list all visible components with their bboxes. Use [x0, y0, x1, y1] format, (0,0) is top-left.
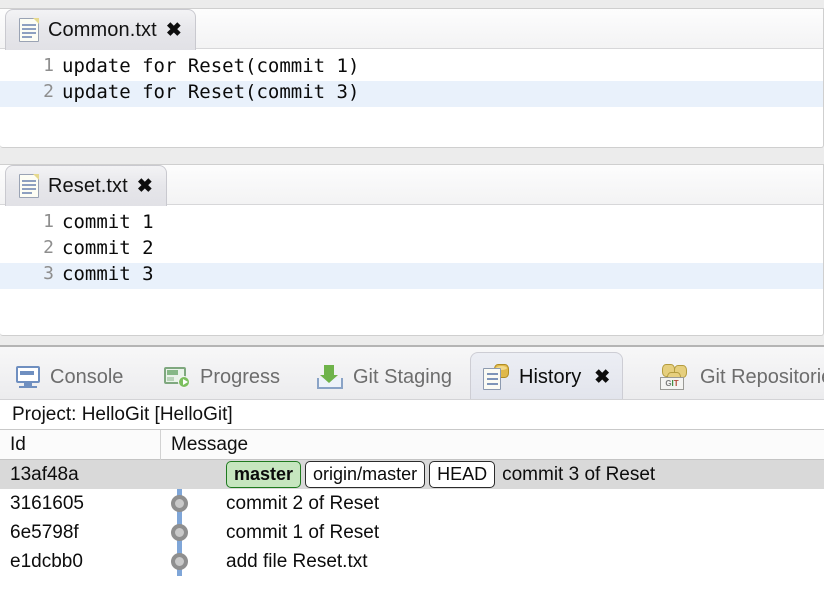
branch-badge-origin-master[interactable]: origin/master [305, 461, 426, 488]
project-label: Project: HelloGit [HelloGit] [0, 400, 824, 430]
editor-area: Common.txt ✖ 1 update for Reset(commit 1… [0, 0, 824, 347]
table-row[interactable]: 6e5798f commit 1 of Reset [0, 518, 824, 547]
bottom-view-tab-strip: Console Progress Git Staging History ✖ G… [0, 347, 824, 400]
table-row[interactable]: 13af48a master origin/master HEAD commit… [0, 460, 824, 489]
branch-badge-master[interactable]: master [226, 461, 302, 488]
code-line: 3 commit 3 [0, 263, 823, 289]
message-text: commit 2 of Reset [226, 492, 380, 514]
tab-git-staging[interactable]: Git Staging [305, 353, 464, 399]
bottom-view-stack: Console Progress Git Staging History ✖ G… [0, 347, 824, 604]
git-staging-icon [317, 365, 343, 389]
line-number: 2 [43, 81, 54, 102]
tab-console[interactable]: Console [4, 353, 135, 399]
eclipse-window: Common.txt ✖ 1 update for Reset(commit 1… [0, 0, 824, 604]
editor-reset-txt: Reset.txt ✖ 1 commit 1 2 commit 2 3 comm… [0, 164, 824, 336]
editor-tab-strip-reset: Reset.txt ✖ [0, 165, 823, 206]
table-row[interactable]: e1dcbb0 add file Reset.txt [0, 547, 824, 576]
git-repositories-icon: GIT [660, 364, 690, 390]
code-line: 1 update for Reset(commit 1) [0, 55, 823, 81]
message-text: add file Reset.txt [226, 550, 368, 572]
tab-label: Git Repositories [700, 365, 824, 388]
tab-label: Git Staging [353, 365, 452, 388]
text-file-icon [19, 174, 39, 198]
editor-tab-reset-txt[interactable]: Reset.txt ✖ [5, 165, 167, 206]
branch-badge-head[interactable]: HEAD [429, 461, 496, 488]
tab-label: History [519, 365, 582, 388]
table-row[interactable]: 3161605 commit 2 of Reset [0, 489, 824, 518]
line-number: 3 [43, 263, 54, 284]
editor-tab-common-txt[interactable]: Common.txt ✖ [5, 9, 196, 50]
cell-commit-id: 6e5798f [10, 521, 79, 543]
text-file-icon [19, 18, 39, 42]
line-number: 2 [43, 237, 54, 258]
line-text: commit 3 [62, 263, 154, 285]
tab-label: Progress [200, 365, 281, 388]
cell-message: add file Reset.txt [160, 547, 824, 576]
editor-common-txt: Common.txt ✖ 1 update for Reset(commit 1… [0, 8, 824, 148]
table-header: Id Message [0, 429, 824, 460]
code-line: 2 update for Reset(commit 3) [0, 81, 823, 107]
line-text: update for Reset(commit 3) [62, 81, 360, 103]
close-icon[interactable]: ✖ [594, 366, 610, 389]
line-number: 1 [43, 211, 54, 232]
editor-tab-strip-common: Common.txt ✖ [0, 9, 823, 50]
code-line: 2 commit 2 [0, 237, 823, 263]
cell-commit-id: 3161605 [10, 492, 84, 514]
cell-message: commit 1 of Reset [160, 518, 824, 547]
line-text: update for Reset(commit 1) [62, 55, 360, 77]
cell-commit-id: e1dcbb0 [10, 550, 83, 572]
editor-tab-label: Common.txt [48, 18, 157, 41]
line-number: 1 [43, 55, 54, 76]
line-text: commit 1 [62, 211, 154, 233]
console-icon [16, 366, 40, 388]
code-area-reset[interactable]: 1 commit 1 2 commit 2 3 commit 3 [0, 205, 823, 289]
line-text: commit 2 [62, 237, 154, 259]
table-rows: 13af48a master origin/master HEAD commit… [0, 460, 824, 576]
tab-progress[interactable]: Progress [152, 353, 292, 399]
history-icon [483, 364, 509, 390]
close-icon[interactable]: ✖ [166, 21, 182, 40]
cell-message: commit 2 of Reset [160, 489, 824, 518]
progress-icon [164, 366, 190, 388]
cell-commit-id: 13af48a [10, 463, 79, 485]
code-area-common[interactable]: 1 update for Reset(commit 1) 2 update fo… [0, 49, 823, 107]
editor-tab-label: Reset.txt [48, 174, 128, 197]
ref-badges: master origin/master HEAD [226, 461, 496, 488]
history-table: Id Message 13af48a master origin/master … [0, 429, 824, 576]
column-header-id[interactable]: Id [0, 430, 160, 460]
message-text: commit 1 of Reset [226, 521, 380, 543]
cell-message: master origin/master HEAD commit 3 of Re… [160, 460, 824, 489]
code-line: 1 commit 1 [0, 211, 823, 237]
tab-git-repositories[interactable]: GIT Git Repositories [648, 353, 824, 399]
column-header-message[interactable]: Message [160, 429, 824, 460]
message-text: commit 3 of Reset [502, 463, 656, 485]
tab-label: Console [50, 365, 124, 388]
tab-history[interactable]: History ✖ [470, 352, 624, 399]
close-icon[interactable]: ✖ [137, 177, 153, 196]
